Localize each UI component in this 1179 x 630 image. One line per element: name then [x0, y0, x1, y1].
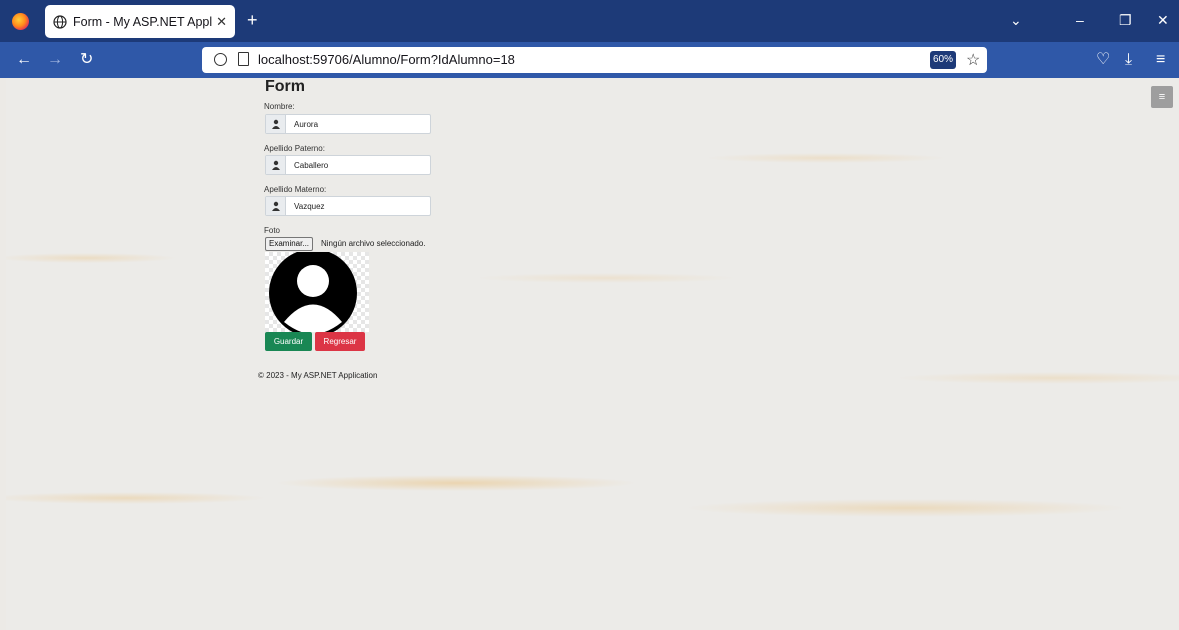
nombre-label: Nombre: [264, 102, 295, 111]
nombre-field[interactable]: Aurora [265, 114, 431, 134]
page-info-icon[interactable] [238, 52, 249, 66]
tab-title: Form - My ASP.NET Application [73, 14, 213, 29]
footer-text: © 2023 - My ASP.NET Application [258, 371, 378, 380]
avatar-placeholder-icon [269, 249, 357, 337]
tracking-shield-icon[interactable] [214, 53, 227, 66]
app-menu-icon[interactable]: ≡ [1156, 51, 1165, 69]
person-icon [266, 156, 286, 174]
page-content: ≡ Form Nombre: Aurora Apellido Paterno: … [6, 78, 1179, 630]
apellido-materno-label: Apellido Materno: [264, 185, 327, 194]
person-icon [266, 197, 286, 215]
firefox-logo-icon[interactable] [12, 13, 29, 30]
back-arrow-icon[interactable]: ← [16, 51, 32, 69]
reload-icon[interactable]: ↻ [80, 51, 93, 69]
zoom-badge[interactable]: 60% [930, 51, 956, 69]
nombre-input[interactable]: Aurora [294, 120, 318, 129]
list-tabs-chevron-icon[interactable]: ⌄ [1010, 11, 1022, 29]
globe-icon [53, 14, 67, 29]
file-status-text: Ningún archivo seleccionado. [321, 239, 426, 248]
url-text[interactable]: localhost:59706/Alumno/Form?IdAlumno=18 [258, 52, 515, 67]
profile-photo [265, 249, 369, 337]
apellido-paterno-field[interactable]: Caballero [265, 155, 431, 175]
apellido-paterno-input[interactable]: Caballero [294, 161, 328, 170]
bookmark-star-icon[interactable]: ☆ [966, 50, 980, 70]
restore-icon[interactable]: ❐ [1119, 11, 1132, 29]
download-icon[interactable]: ⤓ [1125, 51, 1132, 69]
back-button[interactable]: Regresar [315, 332, 365, 351]
tab-close-icon[interactable]: ✕ [216, 14, 227, 30]
apellido-materno-field[interactable]: Vazquez [265, 196, 431, 216]
save-button[interactable]: Guardar [265, 332, 312, 351]
minimize-icon[interactable]: – [1076, 11, 1084, 29]
pocket-icon[interactable]: ♡ [1096, 51, 1110, 69]
foto-label: Foto [264, 226, 281, 235]
window-close-icon[interactable]: ✕ [1157, 11, 1169, 29]
browser-tab-bar: Form - My ASP.NET Application ✕ + ⌄ – ❐ … [0, 0, 1179, 42]
apellido-paterno-label: Apellido Paterno: [264, 144, 325, 153]
browser-tab[interactable]: Form - My ASP.NET Application ✕ [45, 5, 235, 38]
hamburger-menu-button[interactable]: ≡ [1151, 86, 1173, 108]
address-bar[interactable]: localhost:59706/Alumno/Form?IdAlumno=18 … [202, 47, 987, 73]
person-icon [266, 115, 286, 133]
file-browse-button[interactable]: Examinar... [265, 237, 314, 251]
new-tab-icon[interactable]: + [247, 11, 258, 29]
apellido-materno-input[interactable]: Vazquez [294, 202, 325, 211]
forward-arrow-icon[interactable]: → [47, 51, 63, 69]
page-title: Form [265, 78, 305, 95]
